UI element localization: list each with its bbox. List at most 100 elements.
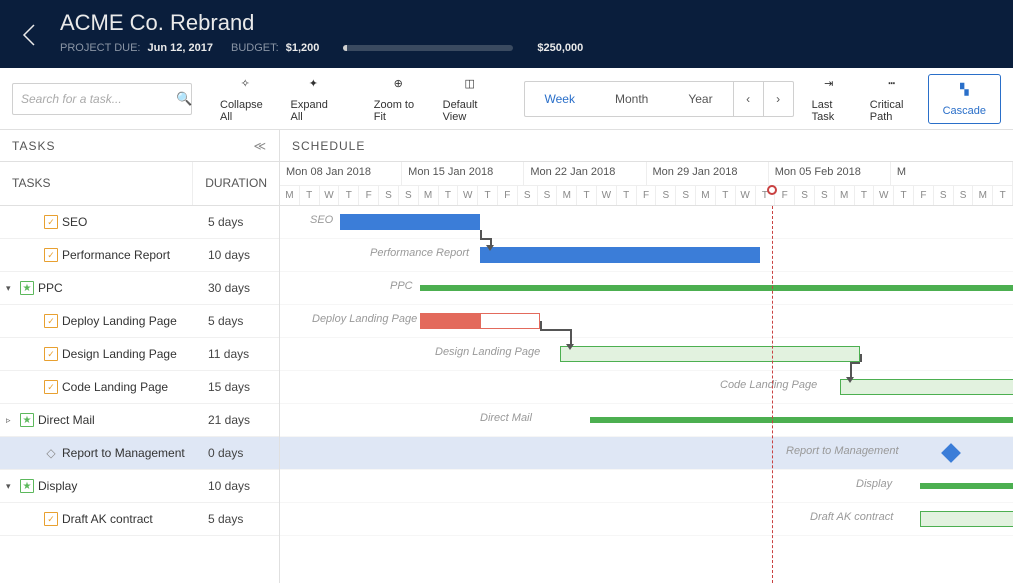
gantt-bar[interactable] — [480, 247, 760, 263]
search-icon[interactable]: 🔍 — [176, 91, 192, 107]
collapse-left-panel-icon[interactable]: ≪ — [253, 139, 267, 153]
expand-toggle-icon[interactable]: ▾ — [6, 283, 16, 294]
task-row[interactable]: ✓Performance Report10 days — [0, 239, 279, 272]
task-duration: 0 days — [196, 446, 279, 460]
day-header: M — [280, 185, 300, 205]
expand-icon: ✦ — [309, 75, 318, 93]
col-duration[interactable]: DURATION — [193, 162, 279, 205]
day-header: T — [716, 185, 736, 205]
task-type-icon: ✓ — [44, 314, 58, 328]
task-type-icon: ★ — [20, 281, 34, 295]
gantt-bar-planned[interactable] — [560, 346, 860, 362]
expand-toggle-icon[interactable]: ▹ — [6, 415, 16, 426]
gantt-row[interactable]: Draft AK contract — [280, 503, 1013, 536]
gantt-row[interactable]: SEO — [280, 206, 1013, 239]
task-row[interactable]: ▹★Direct Mail21 days — [0, 404, 279, 437]
gantt-bar[interactable] — [420, 313, 480, 329]
task-search[interactable]: 🔍 — [12, 83, 192, 115]
day-header: M — [419, 185, 439, 205]
zoom-icon: ⊕ — [394, 75, 403, 93]
gantt-row[interactable]: Deploy Landing Page — [280, 305, 1013, 338]
collapse-all-button[interactable]: ✧Collapse All — [210, 74, 281, 124]
day-header: S — [399, 185, 419, 205]
expand-all-button[interactable]: ✦Expand All — [281, 74, 347, 124]
gantt-task-label: SEO — [310, 214, 333, 226]
task-duration: 10 days — [196, 479, 279, 493]
day-header: S — [815, 185, 835, 205]
gantt-bar[interactable] — [340, 214, 480, 230]
gantt-bar-planned[interactable] — [480, 313, 540, 329]
day-header: S — [538, 185, 558, 205]
task-duration: 15 days — [196, 380, 279, 394]
gantt-bar[interactable] — [920, 511, 1013, 527]
task-row[interactable]: ✓Code Landing Page15 days — [0, 371, 279, 404]
gantt-bar[interactable] — [590, 417, 1013, 423]
gantt-row[interactable]: Report to Management — [280, 437, 1013, 470]
task-type-icon: ★ — [20, 479, 34, 493]
gantt-task-label: Report to Management — [786, 445, 899, 457]
today-marker-icon — [767, 185, 777, 195]
task-duration: 10 days — [196, 248, 279, 262]
gantt-bar[interactable] — [840, 379, 1013, 395]
gantt-task-label: Direct Mail — [480, 412, 532, 424]
day-header: T — [478, 185, 498, 205]
last-task-button[interactable]: ⇥Last Task — [802, 74, 856, 124]
gantt-row[interactable]: Code Landing Page — [280, 371, 1013, 404]
gantt-row[interactable]: Display — [280, 470, 1013, 503]
gantt-row[interactable]: Direct Mail — [280, 404, 1013, 437]
task-duration: 5 days — [196, 314, 279, 328]
day-header: T — [339, 185, 359, 205]
day-header: S — [954, 185, 974, 205]
milestone-marker[interactable] — [941, 443, 961, 463]
week-header: Mon 29 Jan 2018 — [647, 162, 769, 185]
gantt-row[interactable]: Performance Report — [280, 239, 1013, 272]
task-row[interactable]: ✓Deploy Landing Page5 days — [0, 305, 279, 338]
task-row[interactable]: ▾★PPC30 days — [0, 272, 279, 305]
day-header: S — [934, 185, 954, 205]
back-button[interactable] — [0, 10, 60, 60]
gantt-row[interactable]: PPC — [280, 272, 1013, 305]
project-title: ACME Co. Rebrand — [60, 10, 1013, 36]
day-header: F — [637, 185, 657, 205]
day-header: W — [597, 185, 617, 205]
critical-path-icon: ┅ — [888, 75, 895, 93]
task-duration: 5 days — [196, 512, 279, 526]
task-duration: 30 days — [196, 281, 279, 295]
week-header: Mon 05 Feb 2018 — [769, 162, 891, 185]
day-header: W — [320, 185, 340, 205]
expand-toggle-icon[interactable]: ▾ — [6, 481, 16, 492]
task-name-label: Direct Mail — [38, 413, 95, 427]
cascade-icon: ▚ — [960, 81, 968, 99]
critical-path-button[interactable]: ┅Critical Path — [860, 74, 924, 124]
range-week[interactable]: Week — [525, 82, 595, 116]
col-tasks[interactable]: TASKS — [0, 162, 193, 205]
range-month[interactable]: Month — [595, 82, 668, 116]
range-prev[interactable]: ‹ — [733, 82, 763, 116]
day-header: M — [973, 185, 993, 205]
task-row[interactable]: ✓Design Landing Page11 days — [0, 338, 279, 371]
task-name-label: SEO — [62, 215, 87, 229]
gantt-row[interactable]: Design Landing Page — [280, 338, 1013, 371]
due-date: Jun 12, 2017 — [148, 42, 213, 54]
task-type-icon: ✓ — [44, 512, 58, 526]
task-row[interactable]: ◇Report to Management0 days — [0, 437, 279, 470]
task-name-label: Performance Report — [62, 248, 170, 262]
day-header: T — [439, 185, 459, 205]
task-row[interactable]: ✓SEO5 days — [0, 206, 279, 239]
search-input[interactable] — [21, 92, 176, 106]
day-header: S — [656, 185, 676, 205]
range-year[interactable]: Year — [668, 82, 732, 116]
day-header: T — [617, 185, 637, 205]
task-duration: 21 days — [196, 413, 279, 427]
cascade-button[interactable]: ▚Cascade — [928, 74, 1001, 124]
budget-label: BUDGET: — [231, 42, 279, 54]
zoom-to-fit-button[interactable]: ⊕Zoom to Fit — [364, 74, 433, 124]
task-row[interactable]: ▾★Display10 days — [0, 470, 279, 503]
gantt-bar[interactable] — [920, 483, 1013, 489]
task-row[interactable]: ✓Draft AK contract5 days — [0, 503, 279, 536]
default-view-button[interactable]: ◫Default View — [433, 74, 507, 124]
gantt-bar[interactable] — [420, 285, 1013, 291]
range-next[interactable]: › — [763, 82, 793, 116]
day-header: F — [359, 185, 379, 205]
day-header: T — [300, 185, 320, 205]
